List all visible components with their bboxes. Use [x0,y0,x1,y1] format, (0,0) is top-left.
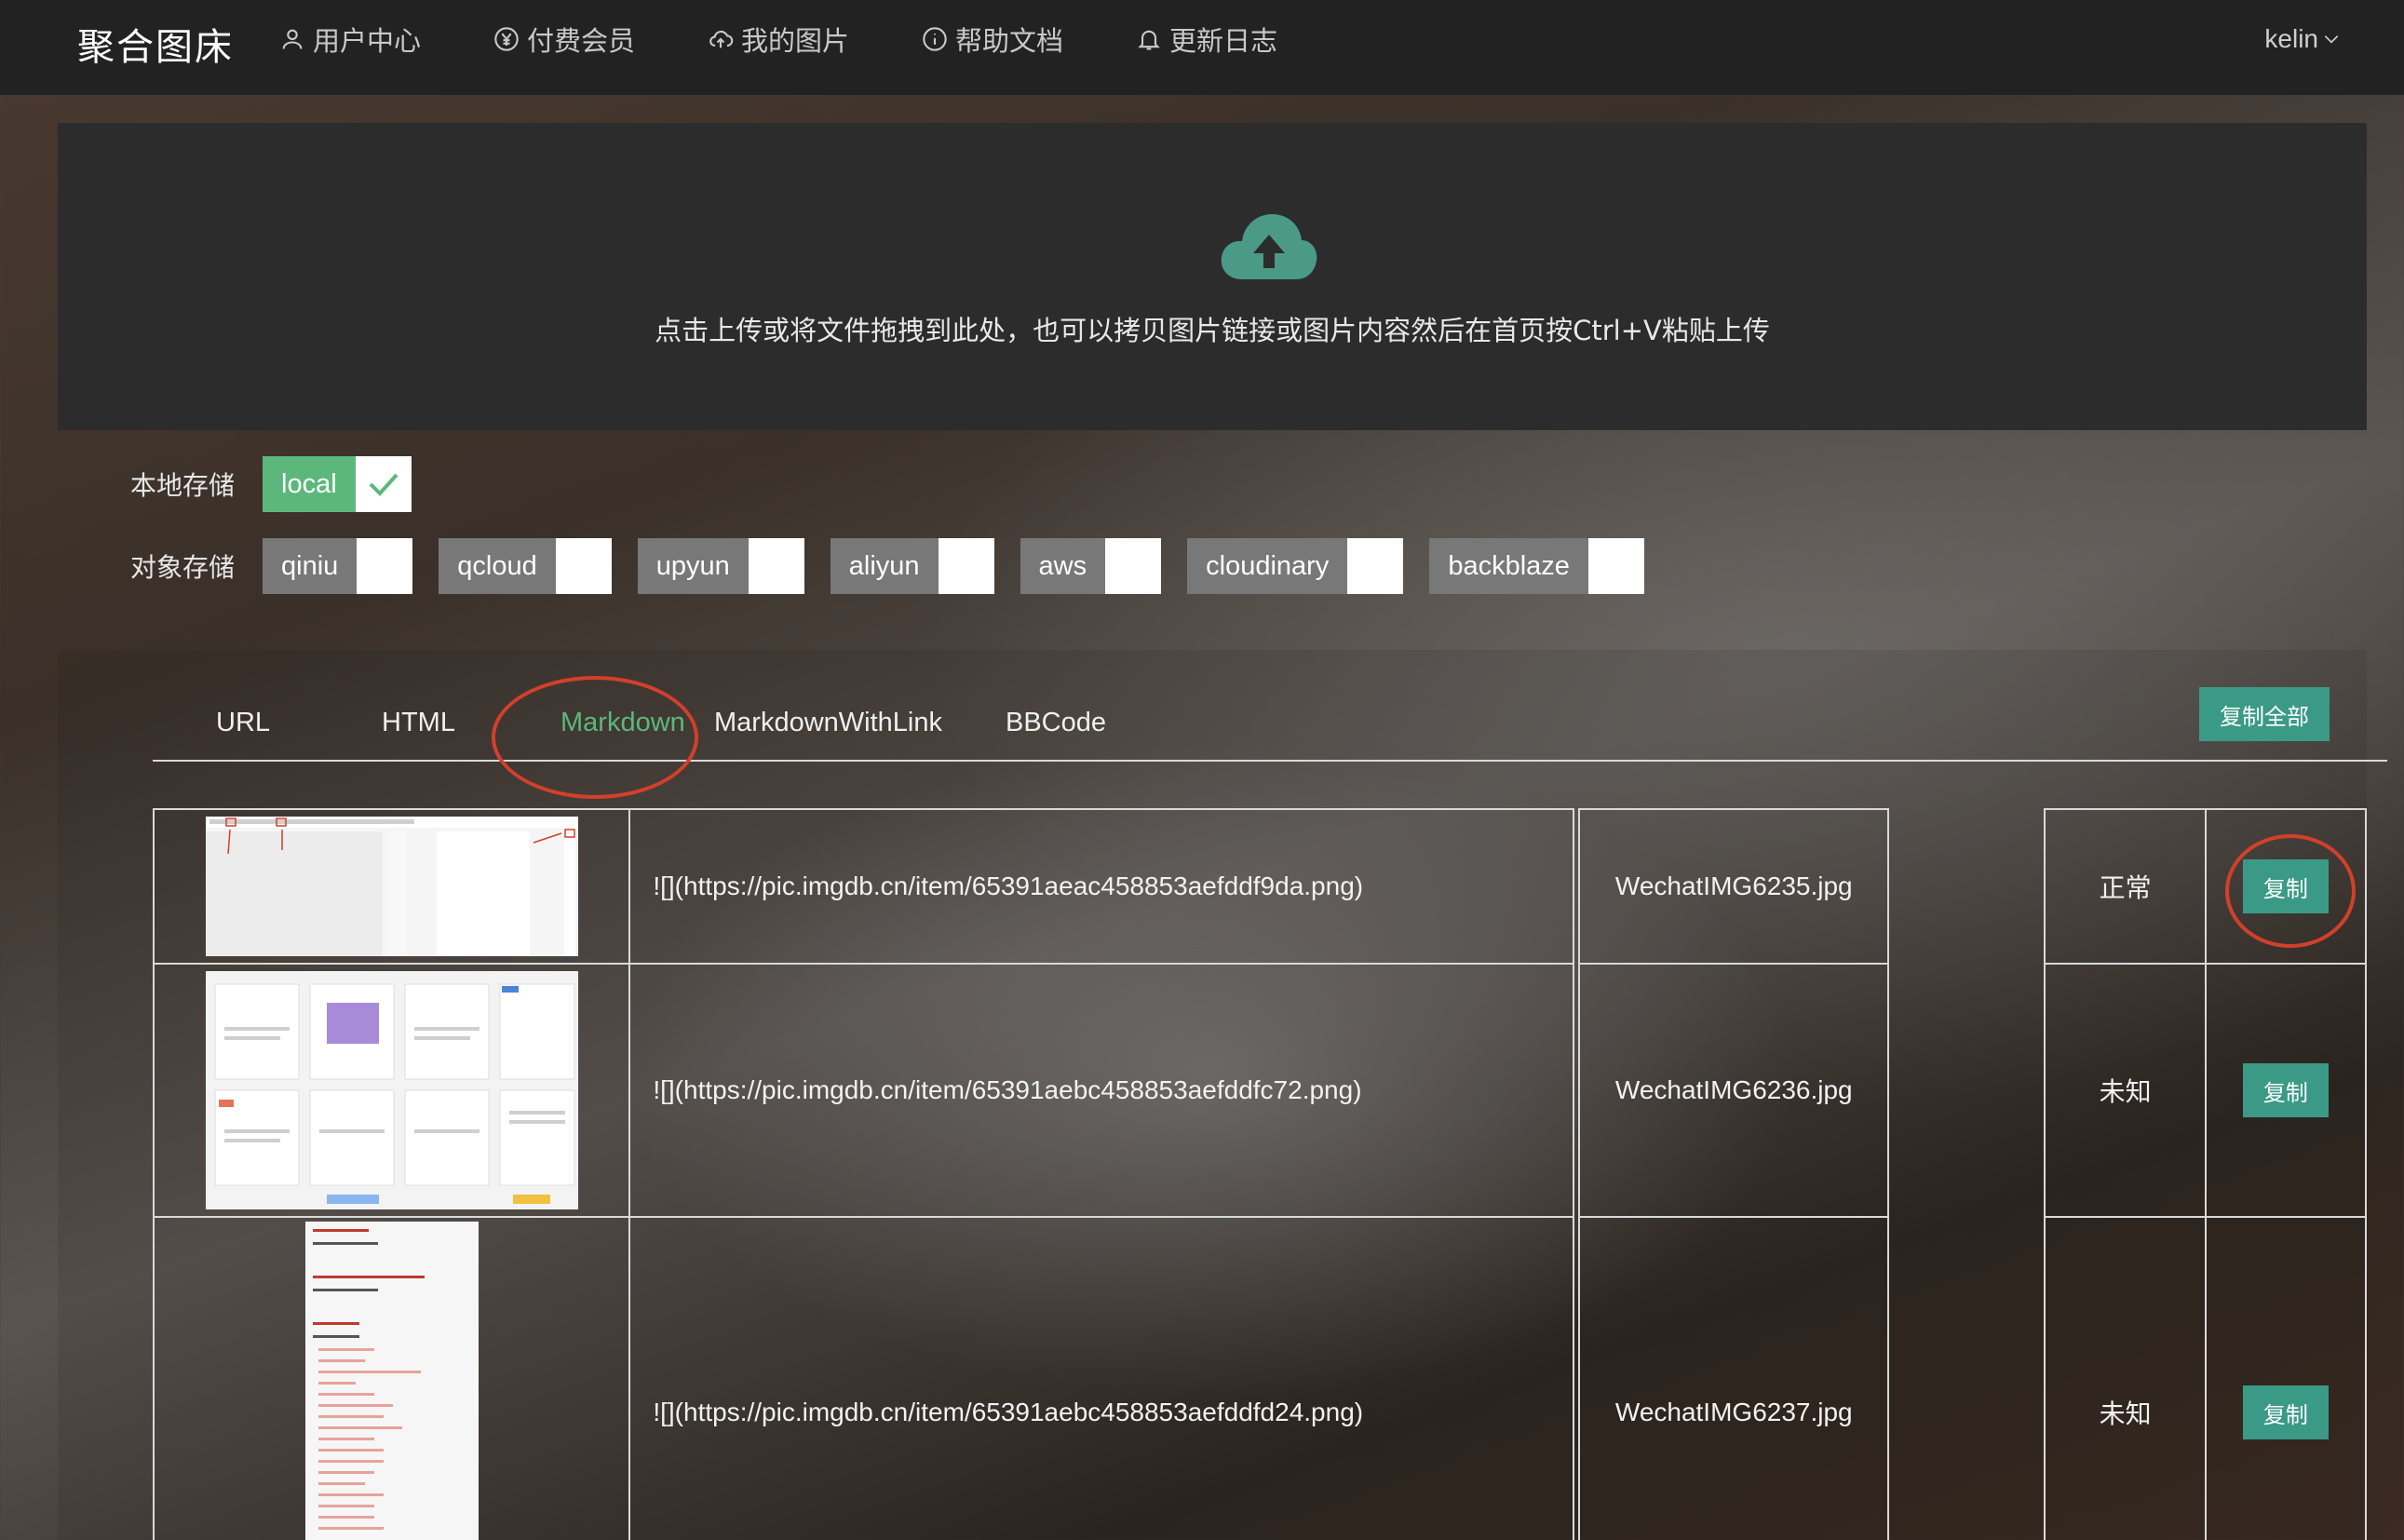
local-storage-row: 本地存储 local [130,455,438,513]
nav-changelog-label: 更新日志 [1169,25,1278,57]
storage-checkbox[interactable] [748,538,804,594]
storage-option-name: aliyun [830,538,939,594]
storage-checkbox[interactable] [555,538,612,594]
object-storage-row: 对象存储 qiniu qcloud upyun aliyun aws cloud… [130,537,1670,595]
info-icon [923,27,947,51]
thumbnail-cell [152,963,631,1218]
tab-html[interactable]: HTML [382,708,455,738]
storage-checkbox[interactable] [1587,538,1644,594]
storage-option-name: local [263,456,356,512]
thumbnail-preview [205,971,578,1209]
storage-option-qcloud[interactable]: qcloud [439,538,612,594]
filename-cell: WechatIMG6236.jpg [1578,963,1890,1218]
storage-option-aliyun[interactable]: aliyun [830,538,994,594]
nav-membership[interactable]: 付费会员 [493,20,635,58]
status-cell: 正常 [2044,808,2207,965]
top-navbar: 聚合图床 用户中心 付费会员 我的图片 帮助文档 更新日志 kelin [0,0,2404,95]
storage-checkbox[interactable] [1105,538,1162,594]
tab-url[interactable]: URL [216,708,270,738]
result-panel: URL HTML Markdown MarkdownWithLink BBCod… [58,650,2387,1540]
storage-option-name: qiniu [263,538,358,594]
storage-option-aws[interactable]: aws [1020,538,1162,594]
nav-my-images-label: 我的图片 [741,25,850,57]
nav-user-center-label: 用户中心 [313,25,422,57]
thumbnail-cell [152,1216,631,1540]
cell-gap [1888,964,2045,1217]
table-row: ![](https://pic.imgdb.cn/item/65391aebc4… [152,963,2368,1218]
tab-markdown-with-link[interactable]: MarkdownWithLink [714,708,942,738]
cloud-upload-icon [709,30,734,48]
storage-option-qiniu[interactable]: qiniu [263,538,413,594]
cell-gap [1888,1217,2045,1540]
filename-cell: WechatIMG6235.jpg [1578,808,1890,965]
tab-markdown[interactable]: Markdown [560,708,685,738]
storage-option-name: upyun [637,538,749,594]
storage-checkbox[interactable] [355,456,412,512]
bell-icon [1138,30,1160,50]
action-cell: 复制 [2204,808,2368,965]
user-icon [282,29,303,49]
nav-my-images[interactable]: 我的图片 [708,20,849,58]
cloud-upload-icon [1221,214,1317,279]
user-name: kelin [2264,24,2318,53]
user-menu[interactable]: kelin [2264,20,2341,58]
code-cell[interactable]: ![](https://pic.imgdb.cn/item/65391aeac4… [628,808,1575,965]
upload-hint: 点击上传或将文件拖拽到此处，也可以拷贝图片链接或图片内容然后在首页按Ctrl+V… [655,315,1770,346]
copy-button[interactable]: 复制 [2242,1063,2329,1117]
action-cell: 复制 [2204,963,2368,1218]
status-cell: 未知 [2044,963,2207,1218]
nav-membership-label: 付费会员 [527,25,636,57]
nav-help-docs[interactable]: 帮助文档 [922,20,1063,58]
action-cell: 复制 [2204,1216,2368,1540]
status-cell: 未知 [2044,1216,2207,1540]
cell-gap [1888,809,2045,964]
table-row: ![](https://pic.imgdb.cn/item/65391aebc4… [152,1216,2368,1540]
storage-option-cloudinary[interactable]: cloudinary [1187,538,1404,594]
storage-option-name: cloudinary [1187,538,1348,594]
storage-option-name: aws [1020,538,1106,594]
brand-logo[interactable]: 聚合图床 [77,17,234,71]
code-cell[interactable]: ![](https://pic.imgdb.cn/item/65391aebc4… [628,1216,1575,1540]
storage-option-local[interactable]: local [263,456,412,512]
thumbnail-preview [205,817,578,956]
yen-icon [494,27,519,51]
thumbnail-cell [152,808,631,965]
copy-all-button[interactable]: 复制全部 [2199,687,2330,741]
code-cell[interactable]: ![](https://pic.imgdb.cn/item/65391aebc4… [628,963,1575,1218]
nav-help-docs-label: 帮助文档 [955,25,1064,57]
storage-option-upyun[interactable]: upyun [637,538,804,594]
image-thumbnail[interactable] [205,817,578,956]
nav-changelog[interactable]: 更新日志 [1136,20,1277,58]
thumbnail-preview [304,1222,479,1540]
storage-option-name: qcloud [439,538,556,594]
results-table: ![](https://pic.imgdb.cn/item/65391aeac4… [152,808,2368,1540]
format-tabs: URL HTML Markdown MarkdownWithLink BBCod… [153,676,2387,799]
check-icon [369,473,398,496]
storage-checkbox[interactable] [938,538,994,594]
storage-option-backblaze[interactable]: backblaze [1429,538,1644,594]
local-storage-label: 本地存储 [130,470,236,501]
tab-bbcode[interactable]: BBCode [1006,708,1106,738]
copy-button[interactable]: 复制 [2242,859,2329,913]
nav-user-center[interactable]: 用户中心 [279,20,421,58]
storage-checkbox[interactable] [357,538,413,594]
storage-checkbox[interactable] [1347,538,1404,594]
table-row: ![](https://pic.imgdb.cn/item/65391aeac4… [152,808,2368,965]
object-storage-label: 对象存储 [130,552,236,583]
upload-dropzone[interactable]: 点击上传或将文件拖拽到此处，也可以拷贝图片链接或图片内容然后在首页按Ctrl+V… [58,123,2367,430]
storage-option-name: backblaze [1429,538,1588,594]
image-thumbnail[interactable] [205,971,578,1209]
copy-button[interactable]: 复制 [2242,1385,2329,1439]
filename-cell: WechatIMG6237.jpg [1578,1216,1890,1540]
image-thumbnail[interactable] [304,1222,479,1540]
chevron-down-icon [2324,35,2339,44]
